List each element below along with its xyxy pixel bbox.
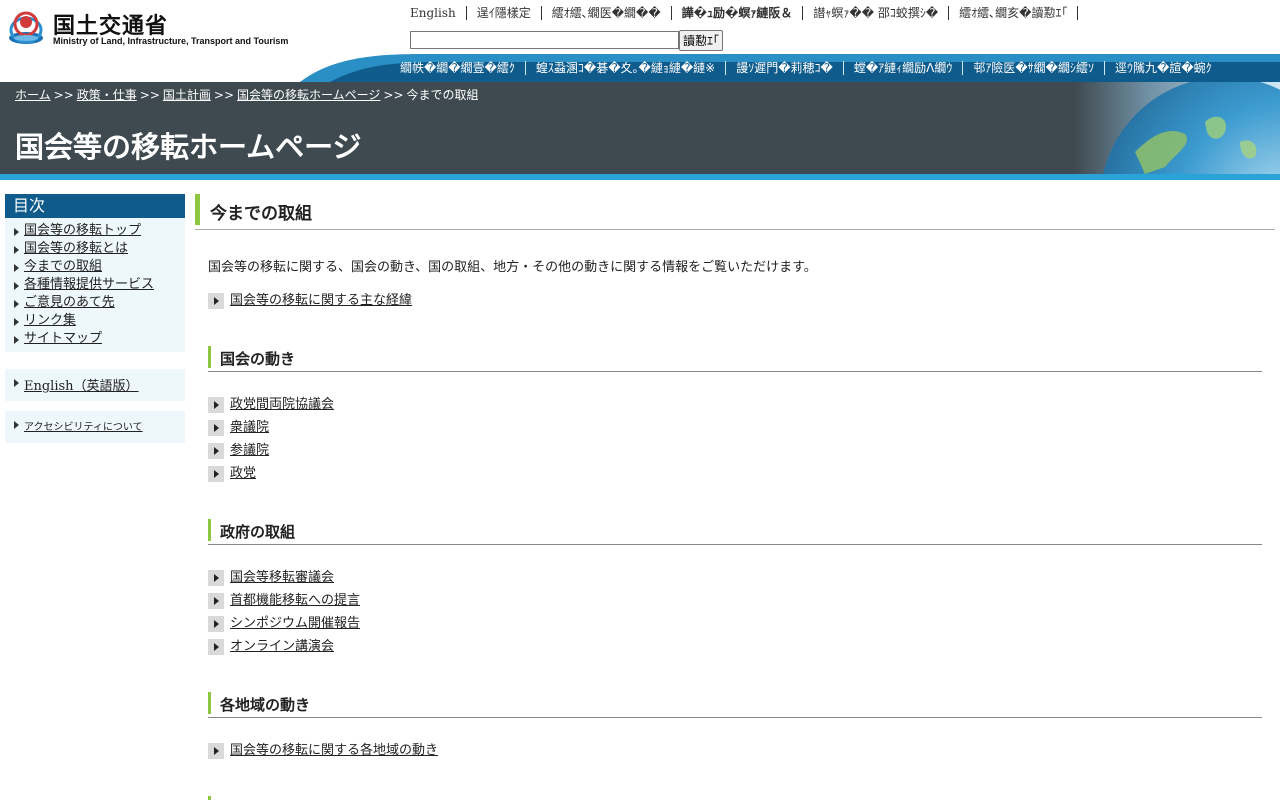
gnav-item-press[interactable]: 螳�ｱ縺ｨ繝励Λ繝ｳ [844, 61, 964, 75]
site-logo[interactable]: 国土交通省 Ministry of Land, Infrastructure, … [8, 6, 298, 50]
triangle-right-icon [14, 421, 19, 429]
heading-accent-bar [208, 346, 211, 368]
arrow-box-icon [208, 420, 224, 436]
page-banner: ホーム >> 政策・仕事 >> 国土計画 >> 国会等の移転ホームページ >> 今までの取組 国… [0, 82, 1280, 174]
section-title: 各地域の動き [220, 696, 311, 714]
sidebar-link-info-services[interactable]: 各種情報提供サービス [24, 277, 154, 292]
breadcrumb-relocation-home[interactable]: 国会等の移転ホームページ [237, 88, 380, 102]
logo-english-text: Ministry of Land, Infrastructure, Transp… [53, 36, 289, 46]
sidebar-accessibility-box: アクセシビリティについて [5, 411, 185, 443]
sidebar-link-about[interactable]: 国会等の移転とは [24, 241, 128, 256]
sidebar-link-efforts[interactable]: 今までの取組 [24, 259, 102, 274]
gnav-item-about[interactable]: 蝗ｽ蝨溷ｺ�碁�夊｡�縺ｮ縺�縺※ [526, 61, 727, 75]
arrow-box-icon [208, 293, 224, 309]
banner-bottom-stripe [0, 174, 1280, 180]
header: 国土交通省 Ministry of Land, Infrastructure, … [0, 0, 1280, 54]
arrow-box-icon [208, 570, 224, 586]
sidebar-link-top[interactable]: 国会等の移転トップ [24, 223, 141, 238]
arrow-box-icon [208, 616, 224, 632]
util-link-site-search[interactable]: 繧ｵ繧､繝亥�讀懃ｴ｢ [949, 6, 1079, 20]
search-button[interactable]: 讀懃ｴ｢ [679, 30, 723, 51]
intro-text: 国会等の移転に関する、国会の動き、国の取組、地方・その他の動きに関する情報をご覧… [208, 260, 817, 275]
sidebar-link-accessibility[interactable]: アクセシビリティについて [24, 422, 143, 433]
arrow-box-icon [208, 593, 224, 609]
arrow-box-icon [208, 639, 224, 655]
link-symposium-report[interactable]: シンポジウム開催報告 [230, 615, 360, 633]
mlit-logo-icon [9, 11, 43, 44]
link-capital-proposal[interactable]: 首都機能移転への提言 [230, 592, 360, 610]
sidebar-item-about: 国会等の移転とは [5, 240, 185, 258]
link-relocation-council[interactable]: 国会等移転審議会 [230, 569, 334, 587]
sidebar-item-contact: ご意見のあて先 [5, 294, 185, 312]
main-heading: 今までの取組 [195, 194, 1275, 230]
util-link-language[interactable]: 逞ｲ隱樣定 [467, 6, 542, 20]
util-link-font-size[interactable]: 譁�ｭ励�螟ｧ縺阪＆ [672, 6, 804, 20]
sidebar-english-box: English（英語版） [5, 369, 185, 401]
globe-image [1075, 82, 1280, 174]
link-main-history[interactable]: 国会等の移転に関する主な経緯 [230, 292, 412, 310]
arrow-box-icon [208, 397, 224, 413]
sidebar-link-contact[interactable]: ご意見のあて先 [24, 295, 115, 310]
gnav-item-application[interactable]: 逕ｳ隲九�諠�蜿ｸ [1105, 61, 1222, 75]
breadcrumb: ホーム >> 政策・仕事 >> 国土計画 >> 国会等の移転ホームページ >> 今までの取組 [15, 86, 479, 103]
util-link-english[interactable]: English [410, 6, 467, 20]
breadcrumb-separator: >> [213, 88, 234, 102]
main-content: 今までの取組 国会等の移転に関する、国会の動き、国の取組、地方・その他の動きに関… [195, 194, 1275, 800]
util-link-standard[interactable]: 譛ｬ螟ｧ�� 邵ｺ蛟撰ｼ� [803, 6, 950, 20]
triangle-right-icon [14, 228, 19, 236]
sidebar-item-sitemap: サイトマップ [5, 330, 185, 348]
utility-links: English 逞ｲ隱樣定 繧ｵ繧､繝医�繝�� 譁�ｭ励�螟ｧ縺阪＆ 譛ｬ螟ｧ… [410, 5, 1079, 21]
breadcrumb-separator: >> [53, 88, 74, 102]
breadcrumb-policy[interactable]: 政策・仕事 [77, 88, 137, 102]
arrow-box-icon [208, 466, 224, 482]
section-heading-diet: 国会の動き [208, 346, 1262, 372]
link-regional-movements[interactable]: 国会等の移転に関する各地域の動き [230, 742, 438, 760]
section-title: 国会の動き [220, 350, 296, 368]
link-house-of-councillors[interactable]: 参議院 [230, 442, 269, 460]
link-party-council[interactable]: 政党間両院協議会 [230, 396, 334, 414]
sidebar-item-top: 国会等の移転トップ [5, 222, 185, 240]
heading-accent-bar [208, 519, 211, 541]
section-heading-government: 政府の取組 [208, 519, 1262, 545]
search-input[interactable] [410, 31, 679, 49]
gnav-item-policy[interactable]: 謾ｿ遲門�莉穂ｺ� [726, 61, 844, 75]
triangle-right-icon [14, 264, 19, 272]
triangle-right-icon [14, 379, 19, 387]
sidebar-link-english[interactable]: English（英語版） [24, 379, 139, 394]
triangle-right-icon [14, 246, 19, 254]
arrow-box-icon [208, 443, 224, 459]
sidebar: 目次 国会等の移転トップ 国会等の移転とは 今までの取組 各種情報提供サービス … [5, 194, 185, 443]
triangle-right-icon [14, 336, 19, 344]
sidebar-heading: 目次 [5, 194, 185, 218]
sidebar-link-links[interactable]: リンク集 [24, 313, 76, 328]
link-house-of-representatives[interactable]: 衆議院 [230, 419, 269, 437]
global-nav: 繝帙�繝�繝壹�繧ｸ 蝗ｽ蝨溷ｺ�碁�夊｡�縺ｮ縺�縺※ 謾ｿ遲門�莉穂ｺ� 螳… [0, 54, 1280, 82]
arrow-box-icon [208, 743, 224, 759]
triangle-right-icon [14, 300, 19, 308]
sidebar-link-sitemap[interactable]: サイトマップ [24, 331, 102, 346]
gnav-item-statistics[interactable]: 邨ｱ險医�ｻ繝�繝ｼ繧ｿ [963, 61, 1105, 75]
sidebar-item-info-services: 各種情報提供サービス [5, 276, 185, 294]
heading-accent-bar [208, 692, 211, 714]
breadcrumb-national-planning[interactable]: 国土計画 [163, 88, 211, 102]
breadcrumb-separator: >> [139, 88, 160, 102]
section-heading-regions: 各地域の動き [208, 692, 1262, 718]
breadcrumb-home[interactable]: ホーム [15, 88, 51, 102]
section-title: 政府の取組 [220, 523, 296, 541]
link-political-parties[interactable]: 政党 [230, 465, 256, 483]
sidebar-item-links: リンク集 [5, 312, 185, 330]
heading-accent-bar [208, 796, 211, 800]
util-link-sitemap[interactable]: 繧ｵ繧､繝医�繝�� [542, 6, 672, 20]
heading-accent-bar [195, 194, 200, 225]
triangle-right-icon [14, 282, 19, 290]
sidebar-item-efforts: 今までの取組 [5, 258, 185, 276]
main-heading-text: 今までの取組 [210, 204, 312, 224]
link-online-lecture[interactable]: オンライン講演会 [230, 638, 334, 656]
breadcrumb-separator: >> [383, 88, 404, 102]
breadcrumb-current: 今までの取組 [406, 88, 479, 102]
gnav-item-home[interactable]: 繝帙�繝�繝壹�繧ｸ [390, 61, 526, 75]
triangle-right-icon [14, 318, 19, 326]
sidebar-toc: 目次 国会等の移転トップ 国会等の移転とは 今までの取組 各種情報提供サービス … [5, 194, 185, 352]
page-title: 国会等の移転ホームページ [15, 130, 362, 164]
